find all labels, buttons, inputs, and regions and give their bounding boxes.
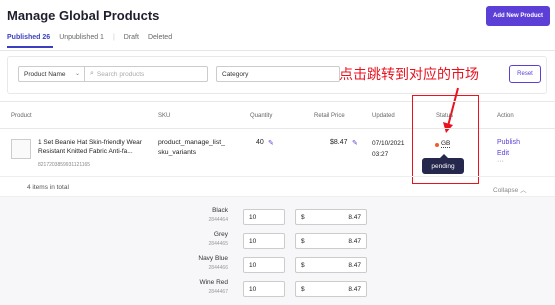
col-quantity: Quantity [250,113,273,119]
variant-price-value: 8.47 [348,237,361,245]
items-total: 4 items in total [27,184,69,191]
updated-timestamp: 07/10/2021 03:27 [372,138,405,160]
publish-link[interactable]: Publish [497,139,520,146]
variant-quantity-input[interactable]: 10 [243,233,285,249]
more-actions-icon[interactable]: ··· [497,158,504,165]
variant-id: 2844464 [208,217,228,223]
annotation-text: 点击跳转到对应的市场 [339,67,479,83]
col-sku: SKU [158,113,171,119]
variant-price-input[interactable]: $ 8.47 [295,233,367,249]
chevron-up-icon: ︿ [520,187,527,194]
variant-id: 2844465 [208,241,228,247]
collapse-button[interactable]: Collapse ︿ [493,184,527,194]
edit-price-icon[interactable]: ✎ [352,139,358,147]
tab-draft[interactable]: Draft [124,34,139,41]
variant-name: Grey [213,231,228,238]
price-value: $8.47 [330,139,348,146]
row-divider [0,176,555,177]
currency-symbol: $ [301,285,305,293]
updated-time: 03:27 [372,151,389,158]
updated-date: 07/10/2021 [372,140,405,147]
variant-price-input[interactable]: $ 8.47 [295,281,367,297]
variant-price-value: 8.47 [348,213,361,221]
divider [0,50,555,51]
currency-symbol: $ [301,213,305,221]
product-thumbnail[interactable] [11,139,31,159]
annotation-highlight-box [412,95,479,184]
reset-button[interactable]: Reset [509,65,541,83]
active-tab-indicator [7,46,53,48]
search-icon: ⌕ [90,70,94,77]
edit-link[interactable]: Edit [497,150,509,157]
col-action: Action [497,113,514,119]
col-product: Product [11,113,32,119]
search-placeholder: Search products [96,70,145,78]
category-select[interactable]: Category [216,66,340,82]
search-field-select[interactable]: Product Name ⌄ [18,66,84,82]
collapse-label: Collapse [493,187,519,194]
edit-quantity-icon[interactable]: ✎ [268,139,274,147]
sku-value: product_manage_list_sku_variants [158,139,225,156]
status-tabs: Published 26 Unpublished 1 | Draft Delet… [7,34,181,48]
category-select-label: Category [222,70,249,78]
variant-quantity-input[interactable]: 10 [243,281,285,297]
variant-price-input[interactable]: $ 8.47 [295,257,367,273]
variant-id: 2844467 [208,289,228,295]
add-new-product-button[interactable]: Add New Product [486,6,550,26]
variant-id: 2844466 [208,265,228,271]
variant-name: Navy Blue [198,255,228,262]
variant-quantity-input[interactable]: 10 [243,209,285,225]
col-updated: Updated [372,113,395,119]
chevron-down-icon: ⌄ [74,71,80,77]
tab-published[interactable]: Published 26 [7,34,50,41]
product-id: 8217203859931121165 [38,162,91,168]
variant-price-value: 8.47 [348,261,361,269]
variant-quantity-input[interactable]: 10 [243,257,285,273]
search-field-select-label: Product Name [24,70,66,78]
search-input[interactable]: ⌕ Search products [84,66,208,82]
product-name[interactable]: 1 Set Beanie Hat Skin-friendly Wear Resi… [38,138,150,156]
currency-symbol: $ [301,261,305,269]
quantity-value: 40 [256,139,264,146]
tab-separator: | [112,34,115,41]
page-title: Manage Global Products [7,8,160,23]
variant-name: Black [212,207,228,214]
variant-price-value: 8.47 [348,285,361,293]
tab-unpublished[interactable]: Unpublished 1 [59,34,104,41]
variant-price-input[interactable]: $ 8.47 [295,209,367,225]
variant-name: Wine Red [199,279,228,286]
tab-deleted[interactable]: Deleted [148,34,172,41]
currency-symbol: $ [301,237,305,245]
col-retail-price: Retail Price [314,113,345,119]
